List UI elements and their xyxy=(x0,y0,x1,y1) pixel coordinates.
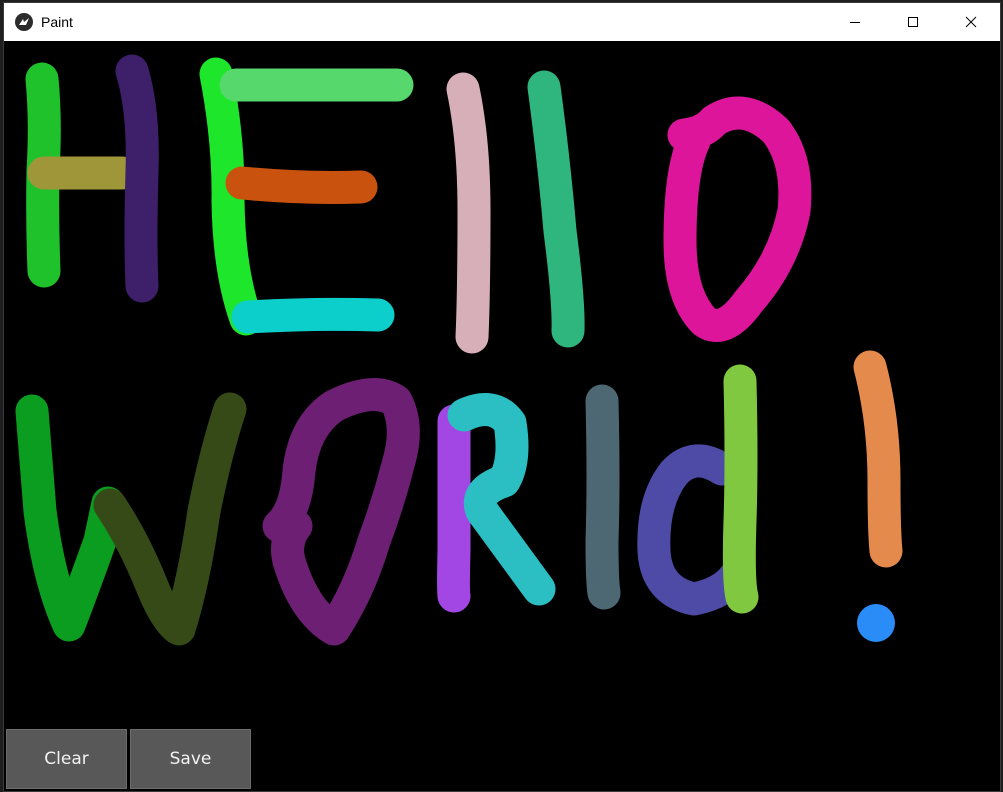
second-o-loop-stroke xyxy=(262,378,420,646)
d-stem-stroke xyxy=(722,364,759,614)
e-bottom-stroke xyxy=(231,297,395,334)
maximize-icon xyxy=(908,17,918,27)
minimize-button[interactable] xyxy=(826,3,884,41)
e-middle-stroke xyxy=(225,166,378,204)
o-loop-stroke xyxy=(663,96,812,342)
l-first-stroke xyxy=(446,72,491,354)
title-bar[interactable]: Paint xyxy=(4,3,1000,41)
paint-window: Paint Clear Save xyxy=(3,2,1001,792)
clear-button[interactable]: Clear xyxy=(6,729,127,789)
w-first-half-stroke xyxy=(15,394,125,642)
r-vertical-stroke xyxy=(437,404,471,613)
minimize-icon xyxy=(850,22,860,23)
drawing-canvas[interactable] xyxy=(4,41,1000,791)
maximize-button[interactable] xyxy=(884,3,942,41)
second-l-stroke xyxy=(585,384,621,610)
h-right-stroke xyxy=(115,54,159,303)
exclamation-line-stroke xyxy=(853,350,903,568)
window-title: Paint xyxy=(41,14,73,30)
kivy-icon xyxy=(15,13,33,31)
l-second-stroke xyxy=(527,70,585,348)
w-second-half-stroke xyxy=(93,392,247,646)
r-curve-stroke xyxy=(447,393,556,606)
close-button[interactable] xyxy=(942,3,1000,41)
save-button[interactable]: Save xyxy=(130,729,251,789)
close-icon xyxy=(965,16,977,28)
exclamation-dot xyxy=(857,604,895,642)
